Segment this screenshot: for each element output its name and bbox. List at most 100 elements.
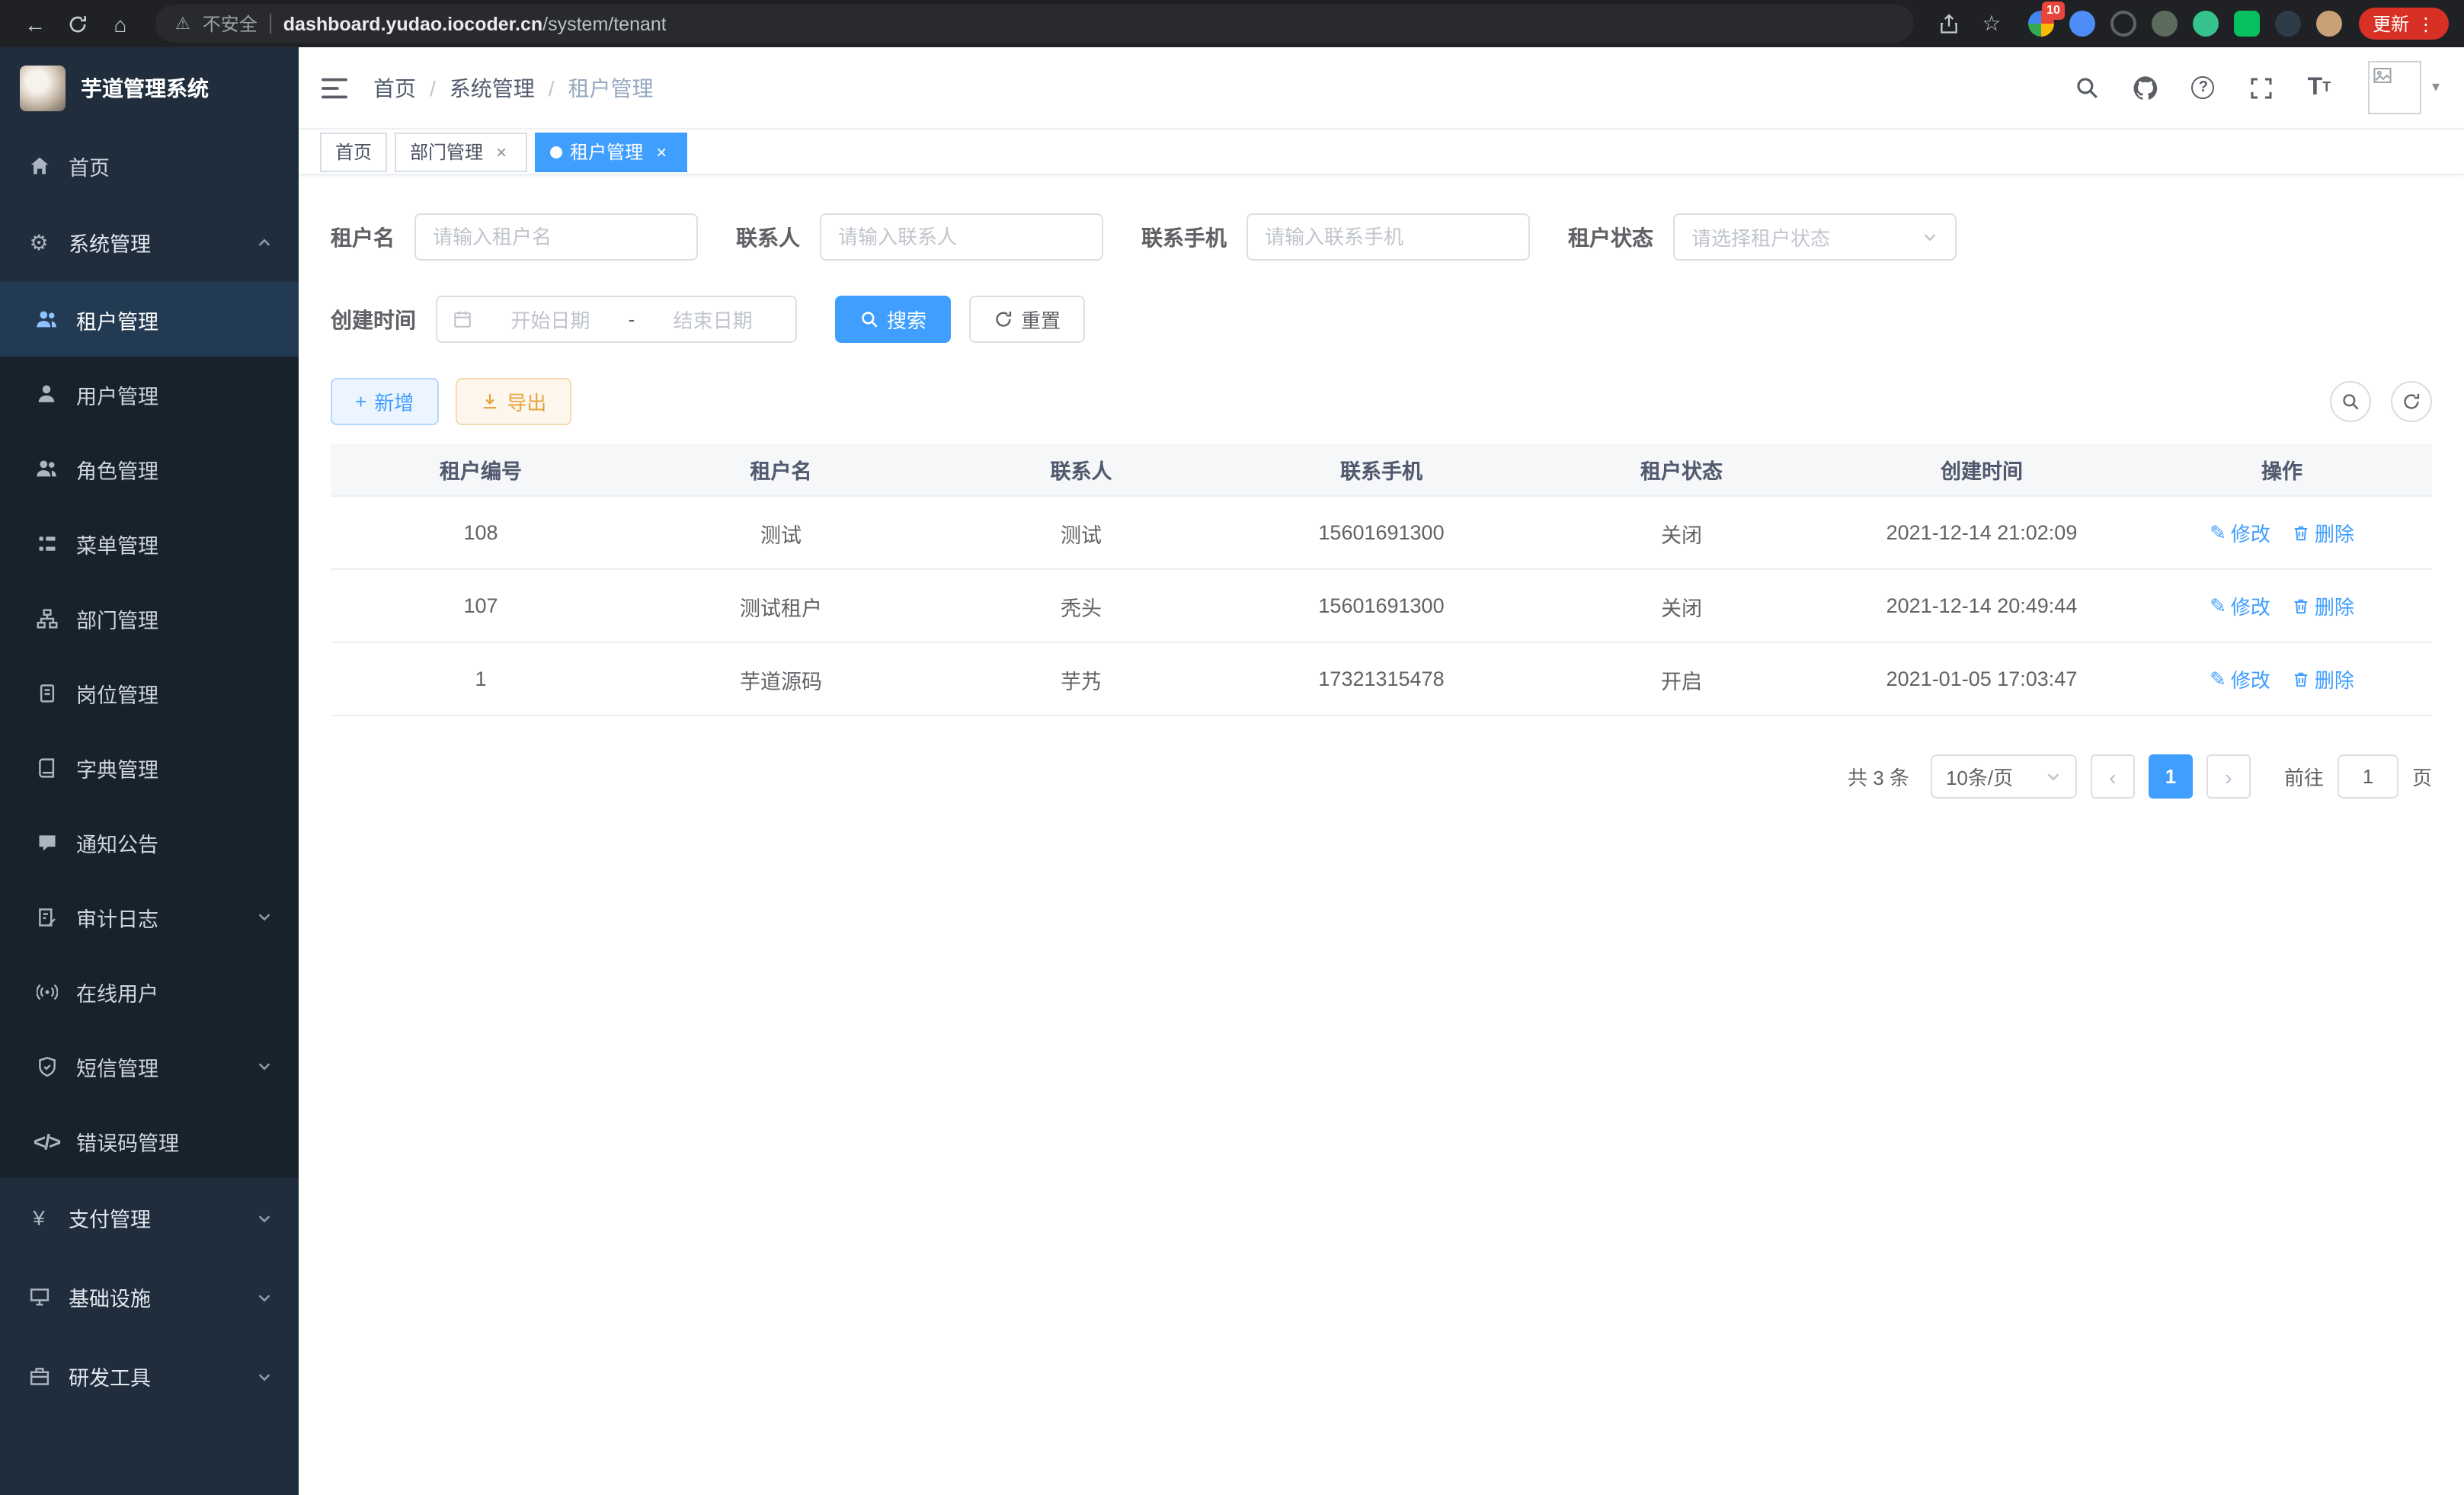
sidebar-section-system[interactable]: ⚙ 系统管理 <box>0 203 299 282</box>
help-icon[interactable]: ? <box>2188 72 2219 103</box>
close-icon[interactable]: × <box>651 141 672 162</box>
contact-input[interactable] <box>820 213 1103 261</box>
breadcrumb-home[interactable]: 首页 <box>373 72 416 103</box>
extension-olive-icon[interactable] <box>2152 11 2178 37</box>
sidebar-item-sms[interactable]: 短信管理 <box>0 1029 299 1103</box>
gear-icon: ⚙ <box>26 229 52 255</box>
sidebar-item-error-code[interactable]: </> 错误码管理 <box>0 1103 299 1178</box>
sidebar-section-payment[interactable]: ¥ 支付管理 <box>0 1178 299 1257</box>
sidebar-item-home[interactable]: 首页 <box>0 130 299 203</box>
github-icon[interactable] <box>2130 72 2161 103</box>
toggle-search-icon[interactable] <box>2330 381 2371 422</box>
table-row: 108 测试 测试 15601691300 关闭 2021-12-14 21:0… <box>331 497 2432 570</box>
font-size-icon[interactable]: TT <box>2304 72 2334 103</box>
user-avatar-menu[interactable]: ▾ <box>2368 61 2440 114</box>
trash-icon <box>2292 670 2310 688</box>
delete-button[interactable]: 删除 <box>2292 664 2354 693</box>
extension-blue-icon[interactable] <box>2069 11 2095 37</box>
goto-label: 前往 <box>2284 762 2324 791</box>
sidebar-item-dept[interactable]: 部门管理 <box>0 581 299 655</box>
cell-status: 关闭 <box>1531 591 1832 621</box>
edit-label: 修改 <box>2231 518 2270 547</box>
search-icon[interactable] <box>2072 72 2103 103</box>
extension-green-icon[interactable] <box>2193 11 2219 37</box>
yen-icon: ¥ <box>26 1205 52 1230</box>
extensions-area: 10 <box>2028 11 2342 37</box>
tenant-name-input[interactable] <box>414 213 698 261</box>
update-button[interactable]: 更新⋮ <box>2359 8 2449 40</box>
cell-status: 关闭 <box>1531 517 1832 548</box>
share-icon[interactable] <box>1929 4 1969 43</box>
delete-label: 删除 <box>2315 518 2354 547</box>
chevron-down-icon <box>256 908 273 925</box>
add-button[interactable]: + 新增 <box>331 378 438 425</box>
export-button-label: 导出 <box>507 387 546 416</box>
kebab-menu-icon: ⋮ <box>2417 13 2435 34</box>
goto-page-input[interactable] <box>2338 754 2398 799</box>
edit-icon: ✎ <box>2210 520 2226 545</box>
sidebar-section-infra[interactable]: 基础设施 <box>0 1257 299 1337</box>
edit-button[interactable]: ✎修改 <box>2210 518 2270 547</box>
prev-page-button[interactable]: ‹ <box>2091 754 2135 799</box>
extension-colordots-icon[interactable]: 10 <box>2028 11 2054 37</box>
monitor-icon <box>26 1286 52 1308</box>
edit-button[interactable]: ✎修改 <box>2210 591 2270 620</box>
status-select[interactable]: 请选择租户状态 <box>1673 213 1957 261</box>
url-text: dashboard.yudao.iocoder.cn/system/tenant <box>283 13 667 34</box>
sidebar-toggle-icon[interactable] <box>322 77 347 98</box>
chat-icon <box>34 831 59 853</box>
edit-button[interactable]: ✎修改 <box>2210 664 2270 693</box>
chevron-up-icon <box>256 234 273 251</box>
sidebar-item-label: 字典管理 <box>76 752 158 783</box>
browser-back-icon[interactable]: ← <box>15 4 55 43</box>
page-size-select[interactable]: 10条/页 <box>1931 754 2077 799</box>
trash-icon <box>2292 597 2310 615</box>
address-bar[interactable]: ⚠ 不安全 dashboard.yudao.iocoder.cn/system/… <box>155 5 1914 43</box>
delete-button[interactable]: 删除 <box>2292 591 2354 620</box>
export-button[interactable]: 导出 <box>455 378 571 425</box>
sidebar-item-tenant[interactable]: 租户管理 <box>0 282 299 357</box>
add-button-label: 新增 <box>374 387 414 416</box>
reset-button[interactable]: 重置 <box>969 296 1085 343</box>
sidebar-item-online-user[interactable]: 在线用户 <box>0 954 299 1029</box>
sidebar-section-devtools[interactable]: 研发工具 <box>0 1337 299 1416</box>
page-content: 租户名 联系人 联系手机 租户状态 请选择租户状态 <box>299 175 2464 1495</box>
tab-dept[interactable]: 部门管理× <box>395 132 527 171</box>
refresh-icon[interactable] <box>2391 381 2432 422</box>
column-header: 创建时间 <box>1832 454 2132 485</box>
tab-tenant[interactable]: 租户管理× <box>535 132 687 171</box>
search-button[interactable]: 搜索 <box>835 296 951 343</box>
pagination-total: 共 3 条 <box>1848 762 1909 791</box>
date-range-picker[interactable]: 开始日期 - 结束日期 <box>436 296 797 343</box>
chevron-down-icon <box>2045 768 2062 785</box>
next-page-button[interactable]: › <box>2206 754 2251 799</box>
fullscreen-icon[interactable] <box>2246 72 2277 103</box>
tab-home[interactable]: 首页 <box>320 132 387 171</box>
end-date-placeholder: 结束日期 <box>645 305 780 334</box>
delete-button[interactable]: 删除 <box>2292 518 2354 547</box>
sidebar-item-notice[interactable]: 通知公告 <box>0 805 299 879</box>
extension-darkring-icon[interactable] <box>2110 11 2136 37</box>
code-icon: </> <box>34 1128 59 1153</box>
sidebar-item-menu[interactable]: 菜单管理 <box>0 506 299 581</box>
close-icon[interactable]: × <box>491 141 512 162</box>
sidebar-item-audit-log[interactable]: 审计日志 <box>0 879 299 954</box>
browser-home-icon[interactable]: ⌂ <box>101 4 140 43</box>
extension-dark-icon[interactable] <box>2275 11 2301 37</box>
cell-created: 2021-12-14 21:02:09 <box>1832 521 2132 544</box>
extension-green-square-icon[interactable] <box>2234 11 2260 37</box>
bookmark-star-icon[interactable]: ☆ <box>1972 4 2011 43</box>
breadcrumb-system[interactable]: 系统管理 <box>450 72 535 103</box>
sidebar-item-role[interactable]: 角色管理 <box>0 431 299 506</box>
cell-created: 2021-01-05 17:03:47 <box>1832 667 2132 690</box>
app-title: 芋道管理系统 <box>81 73 209 104</box>
table-header: 租户编号 租户名 联系人 联系手机 租户状态 创建时间 操作 <box>331 443 2432 497</box>
edit-label: 修改 <box>2231 664 2270 693</box>
sidebar-item-user[interactable]: 用户管理 <box>0 357 299 431</box>
page-1-button[interactable]: 1 <box>2149 754 2193 799</box>
sidebar-item-post[interactable]: 岗位管理 <box>0 655 299 730</box>
mobile-input[interactable] <box>1246 213 1530 261</box>
browser-reload-icon[interactable] <box>58 4 98 43</box>
sidebar-item-dict[interactable]: 字典管理 <box>0 730 299 805</box>
profile-avatar-icon[interactable] <box>2316 11 2342 37</box>
